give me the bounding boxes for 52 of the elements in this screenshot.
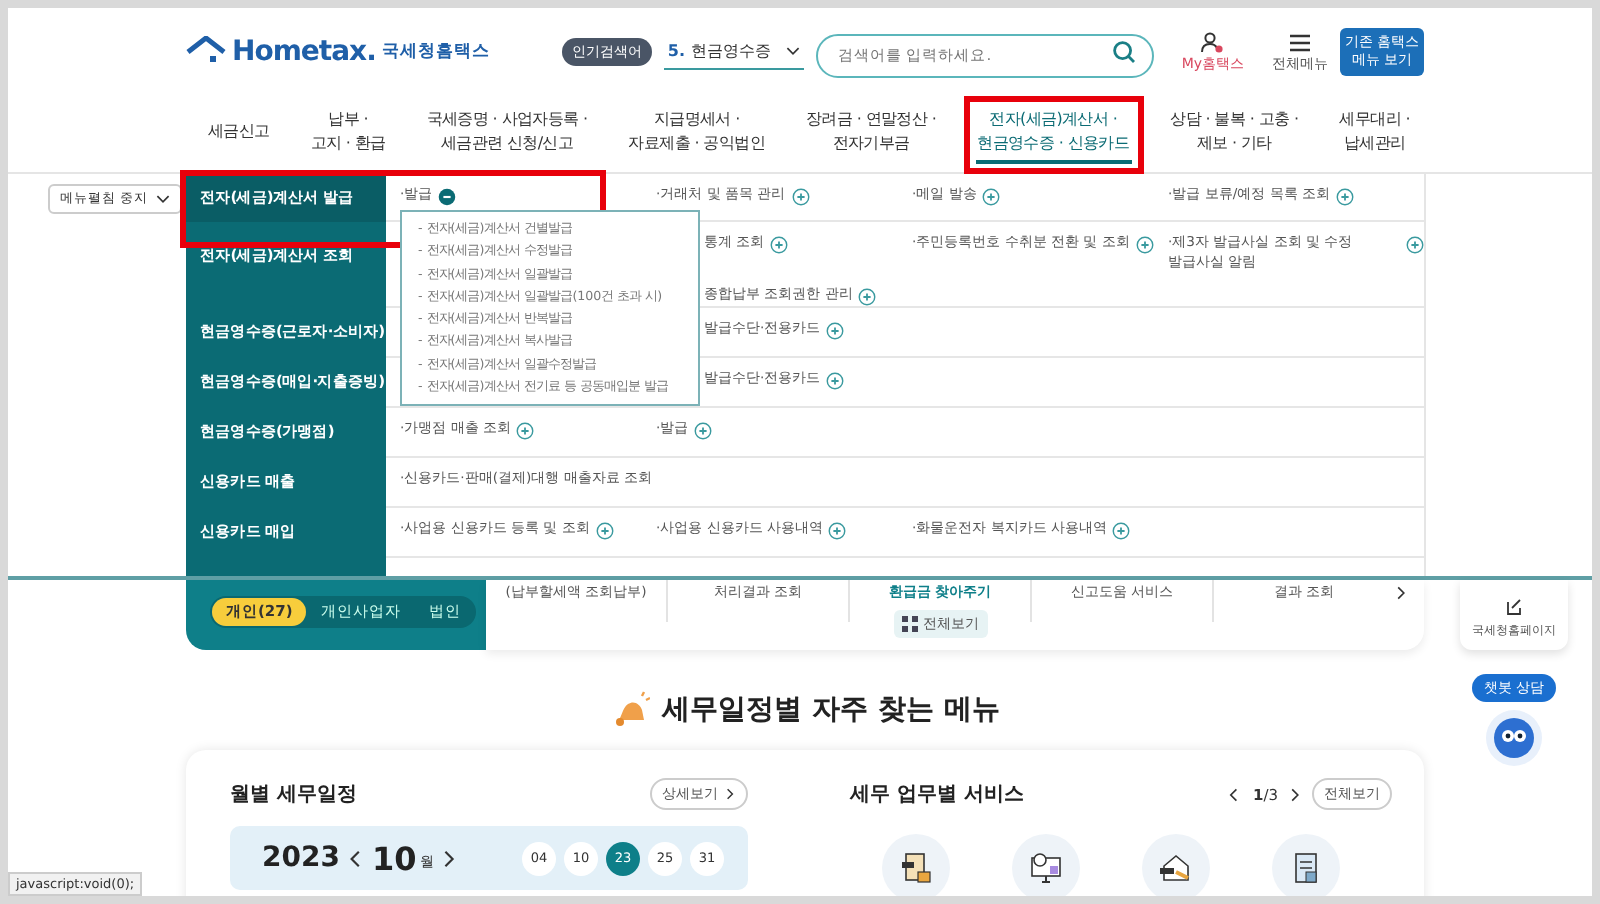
nav-menu-item[interactable]: 국세증명 · 사업자등록 · 세금관련 신청/신고 bbox=[424, 104, 590, 164]
service-button[interactable] bbox=[1272, 834, 1341, 896]
chevron-left-icon[interactable] bbox=[347, 849, 366, 867]
minus-circle-icon[interactable] bbox=[438, 188, 457, 206]
plus-circle-icon[interactable] bbox=[694, 422, 713, 440]
nav-menu-item[interactable]: 세무대리 · 납세관리 bbox=[1337, 104, 1412, 164]
nav-menu-item[interactable]: 장려금 · 연말정산 · 전자기부금 bbox=[804, 104, 939, 164]
popular-search-select[interactable]: 5. 현금영수증 bbox=[663, 34, 804, 70]
plus-circle-icon[interactable] bbox=[1406, 236, 1424, 254]
home-logo-link[interactable]: Hometax. 국세청홈택스 bbox=[186, 36, 490, 68]
search-icon[interactable] bbox=[1111, 40, 1136, 64]
plus-circle-icon[interactable] bbox=[595, 522, 614, 540]
plus-circle-icon[interactable] bbox=[828, 522, 847, 540]
service-button[interactable] bbox=[881, 834, 950, 896]
monitor-icon bbox=[1027, 850, 1064, 886]
service-button[interactable] bbox=[1142, 834, 1211, 896]
plus-circle-icon[interactable] bbox=[826, 372, 845, 390]
chevron-up-icon[interactable] bbox=[156, 192, 171, 206]
month-label: 10 bbox=[371, 839, 417, 877]
schedule-title: 월별 세무일정 bbox=[230, 782, 357, 808]
plus-circle-icon[interactable] bbox=[516, 422, 535, 440]
house-icon bbox=[186, 36, 226, 68]
nav-menu-item[interactable]: 세금신고 bbox=[206, 116, 272, 152]
menu-icon[interactable] bbox=[1288, 31, 1313, 53]
nav-menu-item[interactable]: 전자(세금)계산서 · 현금영수증 · 신용카드 bbox=[975, 104, 1132, 164]
edit-box-icon bbox=[1505, 598, 1523, 616]
document-icon bbox=[897, 850, 934, 886]
plus-circle-icon[interactable] bbox=[826, 322, 845, 340]
nav-menu-item[interactable]: 납부 · 고지 · 환급 bbox=[308, 104, 388, 164]
plus-circle-icon[interactable] bbox=[858, 288, 877, 306]
person-icon[interactable] bbox=[1200, 31, 1225, 53]
plus-circle-icon[interactable] bbox=[770, 236, 789, 254]
services-title: 세무 업무별 서비스 bbox=[850, 782, 1024, 808]
nav-menu-item[interactable]: 상담 · 불복 · 고충 · 제보 · 기타 bbox=[1168, 104, 1301, 164]
nav-menu-item[interactable]: 지급명세서 · 자료제출 · 공익법인 bbox=[626, 104, 768, 164]
service-button[interactable] bbox=[1011, 834, 1080, 896]
chevron-right-icon[interactable] bbox=[1288, 787, 1302, 801]
chevron-right-icon[interactable] bbox=[724, 788, 736, 800]
plus-circle-icon[interactable] bbox=[1135, 236, 1154, 254]
plus-circle-icon[interactable] bbox=[791, 188, 810, 206]
chevron-down-icon[interactable] bbox=[785, 44, 800, 58]
grid-icon bbox=[901, 616, 917, 632]
plus-circle-icon[interactable] bbox=[1112, 522, 1131, 540]
section-title: 세무일정별 자주 찾는 메뉴 bbox=[662, 692, 1000, 728]
plus-circle-icon[interactable] bbox=[982, 188, 1001, 206]
chevron-right-icon[interactable] bbox=[440, 849, 459, 867]
year-label: 2023 bbox=[262, 842, 340, 874]
bell-icon bbox=[610, 690, 651, 730]
chevron-right-icon[interactable] bbox=[1394, 586, 1408, 600]
chevron-left-icon[interactable] bbox=[1228, 787, 1243, 801]
plus-circle-icon[interactable] bbox=[1335, 188, 1354, 206]
mascot-drawing[interactable] bbox=[1484, 708, 1544, 768]
